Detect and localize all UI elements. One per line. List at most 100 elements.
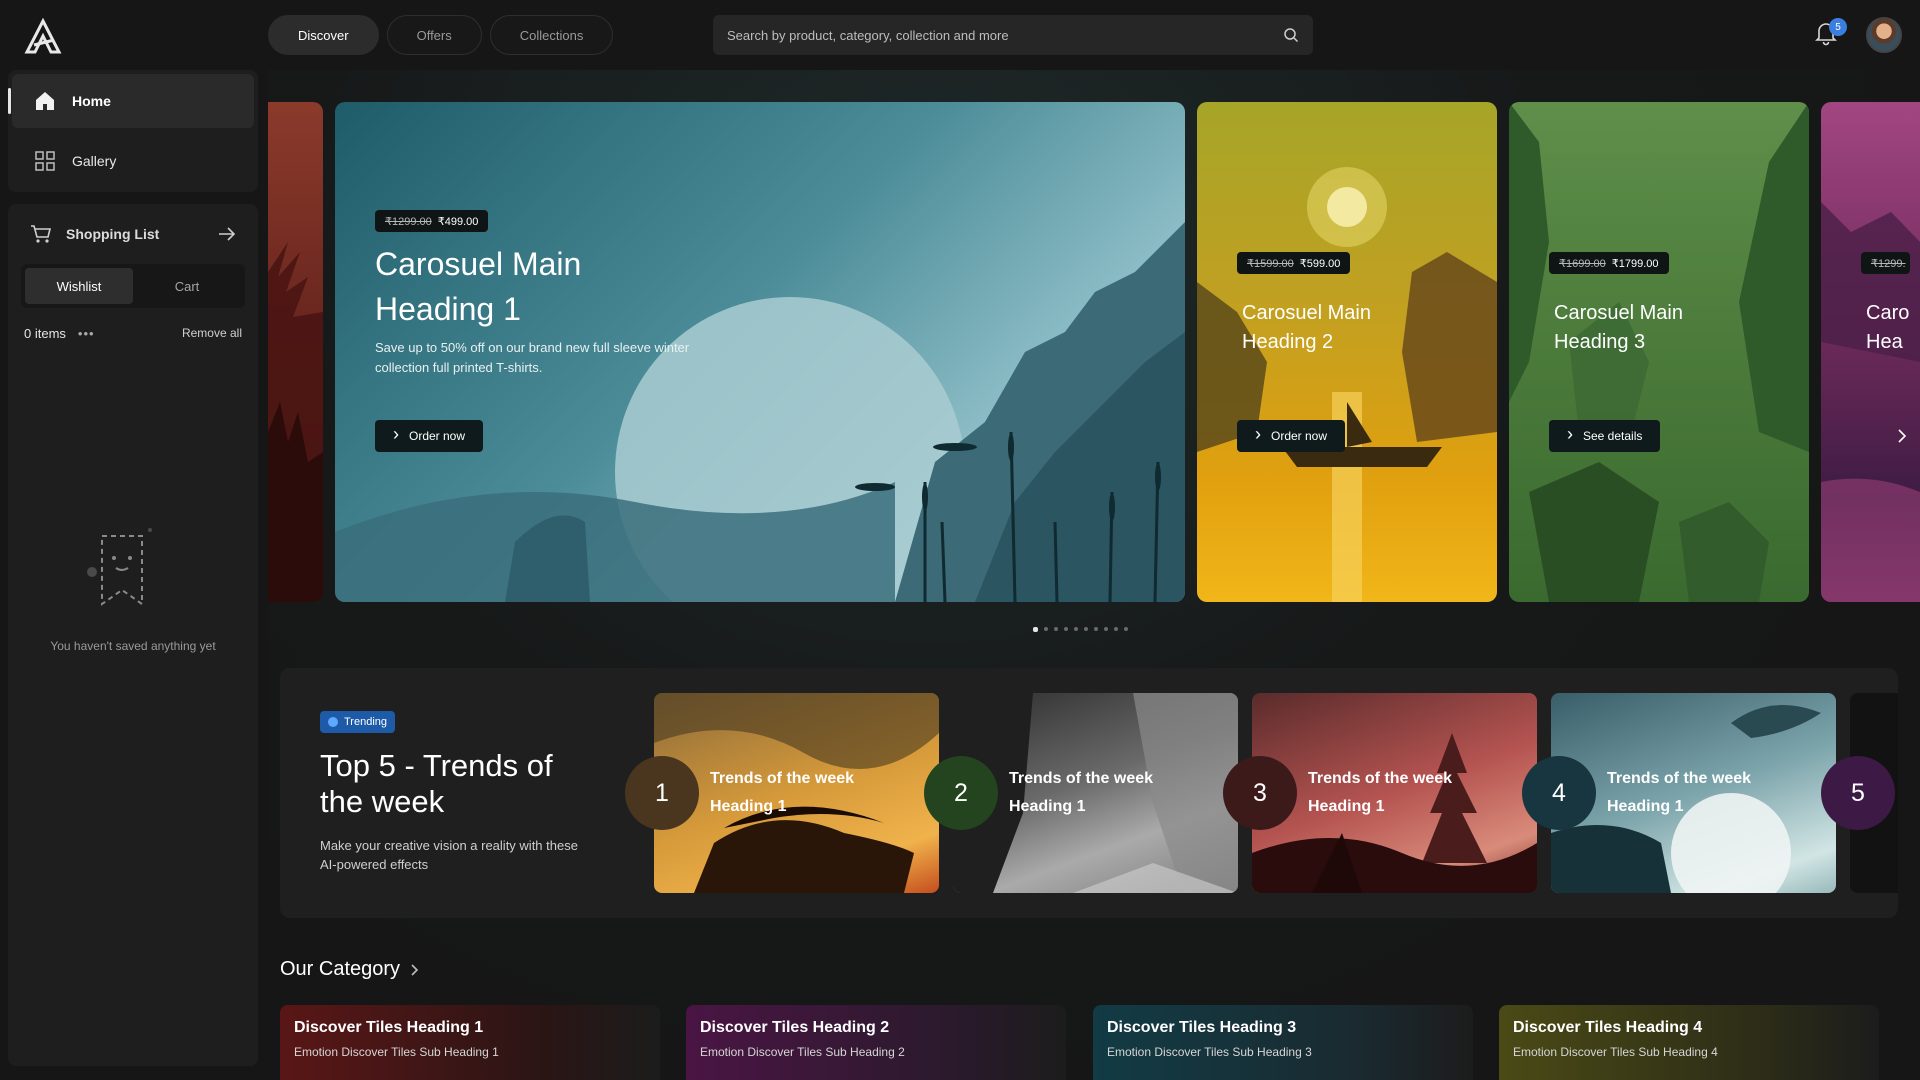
price-tag: ₹1299. xyxy=(1861,252,1910,274)
grid-icon xyxy=(35,151,55,171)
shopping-list-title: Shopping List xyxy=(66,226,160,242)
remove-all-button[interactable]: Remove all xyxy=(182,326,242,340)
trending-description: Make your creative vision a reality with… xyxy=(320,838,578,872)
carousel-card-2[interactable]: ₹1599.00 ₹599.00 Carosuel Main Heading 2… xyxy=(1197,102,1497,602)
trending-badge: Trending xyxy=(320,711,396,733)
tile-subheading: Emotion Discover Tiles Sub Heading 3 xyxy=(1107,1045,1312,1059)
pagination-dot[interactable] xyxy=(1094,627,1098,631)
tile-subheading: Emotion Discover Tiles Sub Heading 2 xyxy=(700,1045,905,1059)
search-icon[interactable] xyxy=(1283,27,1299,43)
tile-heading: Discover Tiles Heading 2 xyxy=(700,1019,890,1036)
carousel-heading: Carosuel Main Heading 3 xyxy=(1554,302,1683,353)
cart-icon xyxy=(31,225,52,243)
trend-rank: 2 xyxy=(924,756,998,830)
category-tile-2[interactable]: Discover Tiles Heading 2 Emotion Discove… xyxy=(686,1005,1066,1080)
old-price: ₹1299. xyxy=(1871,257,1906,270)
chevron-right-icon[interactable] xyxy=(1896,420,1908,452)
category-tile-3[interactable]: Discover Tiles Heading 3 Emotion Discove… xyxy=(1093,1005,1473,1080)
new-price: ₹499.00 xyxy=(437,215,479,228)
items-summary: 0 items ••• Remove all xyxy=(8,308,258,358)
wishlist-cart-toggle: Wishlist Cart xyxy=(21,264,245,308)
new-price: ₹599.00 xyxy=(1299,257,1341,270)
tile-heading: Discover Tiles Heading 1 xyxy=(294,1019,484,1036)
sidebar-nav: Home Gallery xyxy=(8,70,258,192)
pagination-dot[interactable] xyxy=(1104,627,1108,631)
trend-rank: 5 xyxy=(1821,756,1895,830)
sidebar-item-home[interactable]: Home xyxy=(8,74,254,128)
carousel-heading: Carosuel Main Heading 2 xyxy=(1242,302,1371,353)
price-tag: ₹1699.00 ₹1799.00 xyxy=(1549,252,1669,274)
price-tag: ₹1599.00 ₹599.00 xyxy=(1237,252,1351,274)
tab-collections[interactable]: Collections xyxy=(489,15,614,55)
trend-rank: 3 xyxy=(1223,756,1297,830)
category-tile-1[interactable]: Discover Tiles Heading 1 Emotion Discove… xyxy=(280,1005,660,1080)
search-input[interactable]: Search by product, category, collection … xyxy=(713,15,1313,55)
empty-message: You haven't saved anything yet xyxy=(50,639,216,653)
old-price: ₹1599.00 xyxy=(1247,257,1294,270)
heading-line-1: Caro xyxy=(1866,302,1910,324)
price-tag: ₹1299.00 ₹499.00 xyxy=(375,210,489,232)
carousel-description: Save up to 50% off on our brand new full… xyxy=(375,340,690,375)
carousel-card-next[interactable]: ₹1299. Caro Hea xyxy=(1821,102,1920,602)
top-tabs: Discover Offers Collections xyxy=(268,15,614,55)
carousel-card-3[interactable]: ₹1699.00 ₹1799.00 Carosuel Main Heading … xyxy=(1509,102,1809,602)
order-now-button[interactable]: Order now xyxy=(1237,420,1346,452)
tile-subheading: Emotion Discover Tiles Sub Heading 4 xyxy=(1513,1045,1718,1059)
trending-section: Trending Top 5 - Trends of the week Make… xyxy=(280,668,1898,918)
old-price: ₹1699.00 xyxy=(1559,257,1606,270)
category-title: Our Category xyxy=(280,958,401,980)
category-heading[interactable]: Our Category xyxy=(280,958,420,981)
trend-card-label: Trends of the week Heading 1 xyxy=(1308,770,1453,815)
segment-wishlist[interactable]: Wishlist xyxy=(25,268,133,304)
chevron-right-icon xyxy=(411,963,419,976)
app-logo-icon[interactable] xyxy=(24,18,62,56)
tab-offers[interactable]: Offers xyxy=(386,15,482,55)
shopping-list-header[interactable]: Shopping List xyxy=(8,204,258,264)
carousel-card-prev[interactable] xyxy=(268,102,323,602)
see-details-button[interactable]: See details xyxy=(1549,420,1661,452)
trending-title: Top 5 - Trends of the week xyxy=(320,748,553,819)
empty-list-icon xyxy=(87,528,152,606)
main-content: ₹1299.00 ₹499.00 Carosuel Main Heading 1… xyxy=(268,70,1920,1080)
search-placeholder: Search by product, category, collection … xyxy=(727,27,1009,43)
trend-rank: 1 xyxy=(625,756,699,830)
category-tile-4[interactable]: Discover Tiles Heading 4 Emotion Discove… xyxy=(1499,1005,1879,1080)
pagination-dot[interactable] xyxy=(1033,627,1038,632)
pagination-dot[interactable] xyxy=(1074,627,1078,631)
segment-cart[interactable]: Cart xyxy=(133,268,241,304)
pagination-dot[interactable] xyxy=(1054,627,1058,631)
order-now-button[interactable]: Order now xyxy=(375,420,484,452)
tile-heading: Discover Tiles Heading 3 xyxy=(1107,1019,1297,1036)
tile-heading: Discover Tiles Heading 4 xyxy=(1513,1019,1703,1036)
old-price: ₹1299.00 xyxy=(385,215,432,228)
carousel-pagination xyxy=(1033,627,1128,632)
pagination-dot[interactable] xyxy=(1114,627,1118,631)
carousel-card-main[interactable]: ₹1299.00 ₹499.00 Carosuel Main Heading 1… xyxy=(335,102,1185,602)
arrow-right-icon[interactable] xyxy=(218,227,236,241)
forest-illustration xyxy=(268,242,323,602)
top-bar: Discover Offers Collections Search by pr… xyxy=(0,0,1920,70)
new-price: ₹1799.00 xyxy=(1611,257,1659,270)
shopping-list-panel: Shopping List Wishlist Cart 0 items ••• … xyxy=(8,204,258,1066)
avatar[interactable] xyxy=(1866,17,1902,53)
sidebar-item-label: Home xyxy=(72,93,111,109)
heading-line-2: Hea xyxy=(1866,331,1903,353)
trend-card-label: Trends of the week Heading 1 xyxy=(1009,770,1154,815)
items-count: 0 items xyxy=(24,325,66,341)
carousel-heading: Caro Hea xyxy=(1866,299,1909,357)
more-options-icon[interactable]: ••• xyxy=(78,326,182,341)
tile-subheading: Emotion Discover Tiles Sub Heading 1 xyxy=(294,1045,499,1059)
carousel-heading: Carosuel Main Heading 1 xyxy=(375,246,582,327)
sidebar-item-gallery[interactable]: Gallery xyxy=(12,134,254,188)
sidebar-item-label: Gallery xyxy=(72,153,117,169)
pagination-dot[interactable] xyxy=(1084,627,1088,631)
pagination-dot[interactable] xyxy=(1064,627,1068,631)
notification-badge: 5 xyxy=(1829,18,1847,36)
tab-discover[interactable]: Discover xyxy=(268,15,379,55)
trend-rank: 4 xyxy=(1522,756,1596,830)
pagination-dot[interactable] xyxy=(1044,627,1048,631)
trend-card-label: Trends of the week Heading 1 xyxy=(710,770,855,815)
trend-card-label: Trends of the week Heading 1 xyxy=(1607,770,1752,815)
pagination-dot[interactable] xyxy=(1124,627,1128,631)
home-icon xyxy=(36,92,54,110)
